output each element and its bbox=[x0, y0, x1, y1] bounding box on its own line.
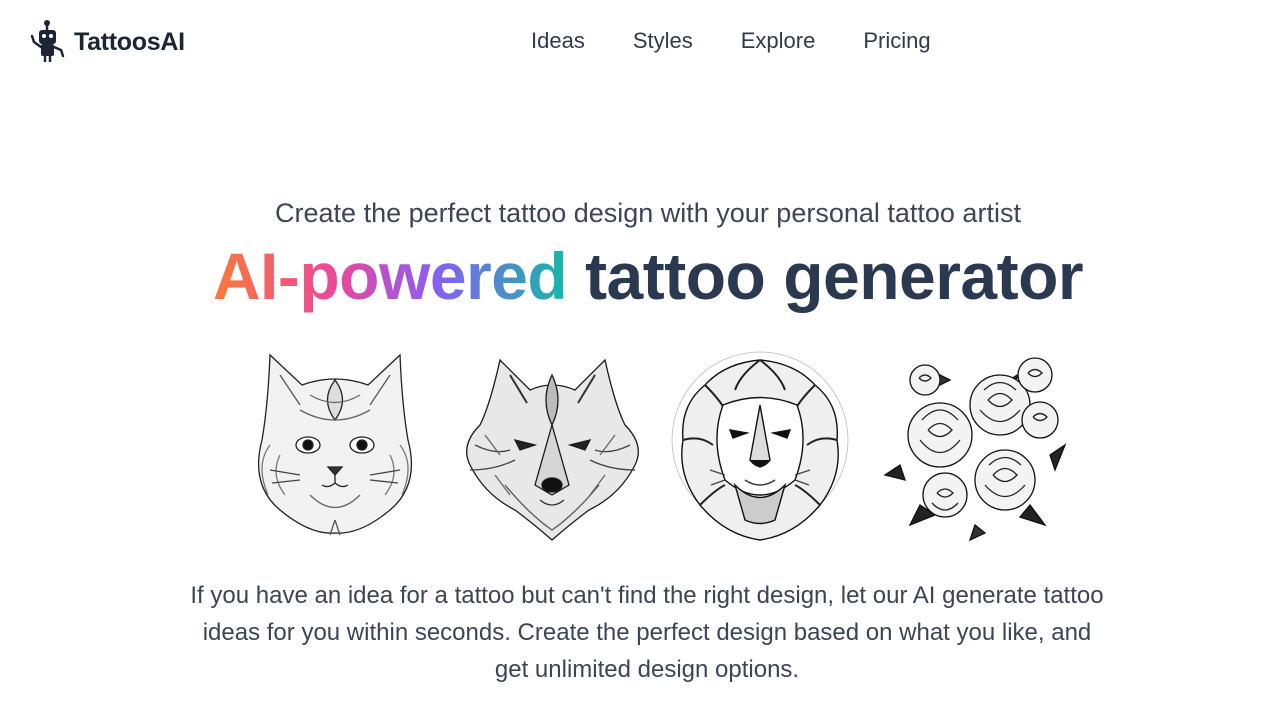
nav-item-ideas[interactable]: Ideas bbox=[531, 26, 585, 56]
hero-title-rest: tattoo generator bbox=[585, 239, 1084, 313]
tattoo-gallery bbox=[240, 345, 1070, 545]
brand-name: TattoosAI bbox=[74, 27, 185, 56]
brand-logo[interactable]: TattoosAI bbox=[30, 20, 185, 64]
hero-title: AI-powered tattoo generator bbox=[0, 236, 1280, 316]
lion-tattoo-image[interactable] bbox=[665, 345, 855, 545]
main-nav: Ideas Styles Explore Pricing bbox=[531, 26, 931, 56]
roses-tattoo-image[interactable] bbox=[880, 345, 1070, 545]
robot-icon bbox=[30, 20, 65, 62]
site-header: TattoosAI Ideas Styles Explore Pricing bbox=[0, 0, 1280, 84]
hero-subtitle: Create the perfect tattoo design with yo… bbox=[275, 198, 1021, 228]
cat-tattoo-image[interactable] bbox=[240, 345, 430, 545]
nav-item-pricing[interactable]: Pricing bbox=[863, 26, 930, 56]
hero-title-highlight: AI-powered bbox=[212, 239, 568, 313]
nav-item-explore[interactable]: Explore bbox=[741, 26, 816, 56]
hero-description: If you have an idea for a tattoo but can… bbox=[190, 582, 1104, 683]
wolf-tattoo-image[interactable] bbox=[455, 345, 645, 545]
nav-item-styles[interactable]: Styles bbox=[633, 26, 693, 56]
